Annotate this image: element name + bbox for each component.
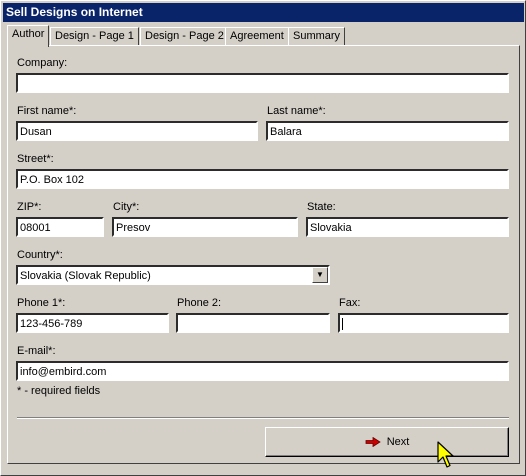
first-name-field[interactable]: Dusan [16,121,258,141]
fax-label: Fax: [339,297,361,309]
tab-design-page-2[interactable]: Design - Page 2 [140,27,229,45]
last-name-field[interactable]: Balara [266,121,509,141]
phone1-label: Phone 1*: [17,297,66,309]
tab-design-page-1[interactable]: Design - Page 1 [50,27,139,45]
arrow-right-icon [365,437,381,447]
text-caret [342,318,343,331]
city-label: City*: [113,201,140,213]
country-value: Slovakia (Slovak Republic) [20,270,151,282]
tab-label: Design - Page 1 [55,30,134,42]
email-field[interactable]: info@embird.com [16,361,509,381]
next-button-label: Next [386,436,410,448]
tab-label: Author [12,28,45,40]
city-field[interactable]: Presov [112,217,298,237]
phone2-label: Phone 2: [177,297,222,309]
tab-label: Summary [293,30,341,42]
tab-author[interactable]: Author [7,25,50,47]
phone1-field[interactable]: 123-456-789 [16,313,169,333]
email-label: E-mail*: [17,345,56,357]
next-button-content: Next [365,436,410,448]
zip-field[interactable]: 08001 [16,217,104,237]
tab-label: Design - Page 2 [145,30,224,42]
mouse-pointer-icon [437,441,454,468]
title-bar: Sell Designs on Internet [3,3,524,22]
company-field[interactable] [16,73,509,93]
state-label: State: [307,201,336,213]
phone2-field[interactable] [176,313,330,333]
street-label: Street*: [17,153,54,165]
window-title: Sell Designs on Internet [6,5,143,19]
tab-summary[interactable]: Summary [288,27,346,45]
separator-highlight [17,418,509,419]
last-name-label: Last name*: [267,105,326,117]
country-select[interactable]: Slovakia (Slovak Republic) ▼ [16,265,330,285]
required-note: * - required fields [17,385,101,397]
company-label: Company: [17,57,68,69]
next-button[interactable]: Next [265,427,509,457]
state-field[interactable]: Slovakia [306,217,509,237]
zip-label: ZIP*: [17,201,42,213]
tab-label: Agreement [230,30,284,42]
fax-field[interactable] [338,313,509,333]
country-label: Country*: [17,249,63,261]
dialog-window: Sell Designs on Internet Design - Page 1… [0,0,526,476]
tab-panel [7,45,520,464]
dropdown-button[interactable]: ▼ [312,267,328,283]
street-field[interactable]: P.O. Box 102 [16,169,509,189]
chevron-down-icon: ▼ [316,270,324,279]
first-name-label: First name*: [17,105,77,117]
tab-agreement[interactable]: Agreement [225,27,289,45]
